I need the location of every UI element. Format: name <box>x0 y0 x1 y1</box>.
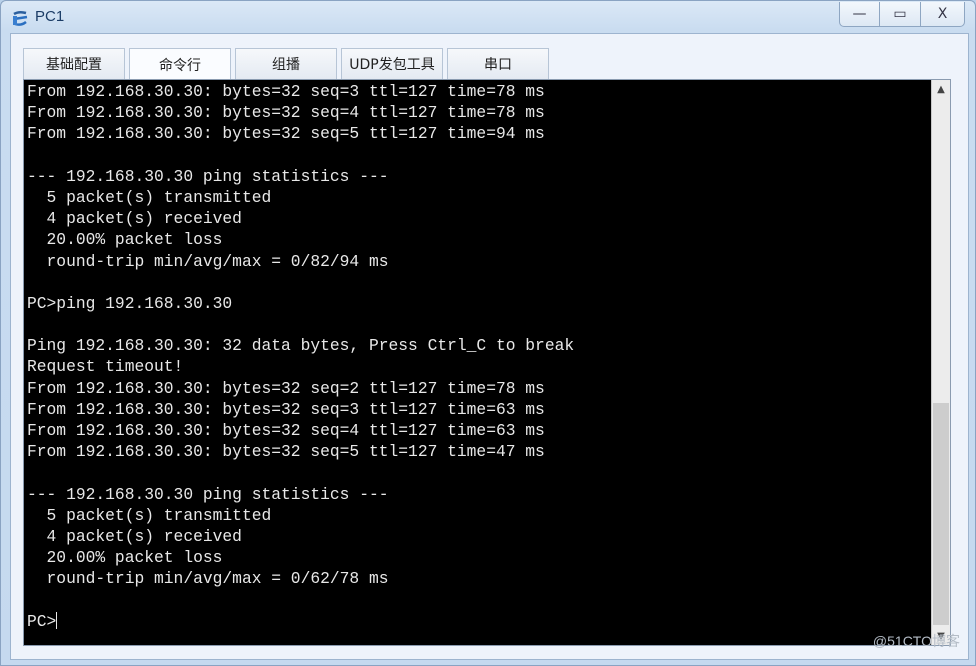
terminal-line: From 192.168.30.30: bytes=32 seq=3 ttl=1… <box>27 399 545 419</box>
terminal-line: --- 192.168.30.30 ping statistics --- <box>27 484 389 504</box>
terminal-line: From 192.168.30.30: bytes=32 seq=3 ttl=1… <box>27 82 545 101</box>
terminal-line: Request timeout! <box>27 357 184 377</box>
terminal-line: From 192.168.30.30: bytes=32 seq=5 ttl=1… <box>27 442 545 462</box>
close-button[interactable]: X <box>921 2 965 27</box>
command-prompt: PC> <box>27 611 57 631</box>
terminal-line: Ping 192.168.30.30: 32 data bytes, Press… <box>27 336 575 356</box>
tab-udp-tool[interactable]: UDP发包工具 <box>341 48 443 79</box>
terminal-line: 20.00% packet loss <box>27 548 223 568</box>
terminal-line: round-trip min/avg/max = 0/62/78 ms <box>27 569 389 589</box>
terminal-line: 4 packet(s) received <box>27 526 242 546</box>
maximize-icon: ▭ <box>893 6 907 22</box>
terminal-console[interactable]: From 192.168.30.30: bytes=32 seq=3 ttl=1… <box>23 79 951 646</box>
terminal-output: From 192.168.30.30: bytes=32 seq=3 ttl=1… <box>27 81 932 632</box>
terminal-line: 20.00% packet loss <box>27 230 223 250</box>
terminal-line: From 192.168.30.30: bytes=32 seq=4 ttl=1… <box>27 103 545 123</box>
minimize-button[interactable]: — <box>839 2 880 27</box>
window-title: PC1 <box>35 8 65 25</box>
terminal-line: round-trip min/avg/max = 0/82/94 ms <box>27 251 389 271</box>
pc-app-icon <box>13 10 28 26</box>
terminal-line: 5 packet(s) transmitted <box>27 187 272 207</box>
window-controls: — ▭ X <box>839 2 965 27</box>
tab-multicast[interactable]: 组播 <box>235 48 337 79</box>
terminal-line: PC>ping 192.168.30.30 <box>27 293 233 313</box>
title-bar[interactable]: PC1 — ▭ X <box>1 1 975 35</box>
tab-command-line[interactable]: 命令行 <box>129 48 231 80</box>
tab-basic-config[interactable]: 基础配置 <box>23 48 125 79</box>
terminal-line: --- 192.168.30.30 ping statistics --- <box>27 166 389 186</box>
terminal-line: From 192.168.30.30: bytes=32 seq=4 ttl=1… <box>27 421 545 440</box>
client-area: 基础配置 命令行 组播 UDP发包工具 串口 From 192.168.30.3… <box>10 33 969 660</box>
command-prompt-line[interactable]: PC> <box>27 611 932 632</box>
maximize-button[interactable]: ▭ <box>880 2 921 27</box>
tab-bar: 基础配置 命令行 组播 UDP发包工具 串口 <box>23 48 549 80</box>
text-cursor <box>56 611 58 629</box>
close-icon: X <box>937 6 948 22</box>
terminal-line: 5 packet(s) transmitted <box>27 505 272 525</box>
tab-serial-port[interactable]: 串口 <box>447 48 549 79</box>
watermark: @51CTO博客 <box>872 633 960 649</box>
vertical-scrollbar[interactable]: ▲ ▼ <box>931 80 950 645</box>
scroll-up-button[interactable]: ▲ <box>932 80 950 98</box>
app-window: PC1 — ▭ X 基础配置 命令行 组播 UDP发包工具 串口 From 19… <box>0 0 976 666</box>
chevron-up-icon: ▲ <box>937 83 945 95</box>
scroll-thumb[interactable] <box>933 403 949 625</box>
terminal-line: From 192.168.30.30: bytes=32 seq=5 ttl=1… <box>27 124 545 144</box>
terminal-line: 4 packet(s) received <box>27 209 242 229</box>
minimize-icon: — <box>852 6 867 22</box>
terminal-line: From 192.168.30.30: bytes=32 seq=2 ttl=1… <box>27 378 545 398</box>
